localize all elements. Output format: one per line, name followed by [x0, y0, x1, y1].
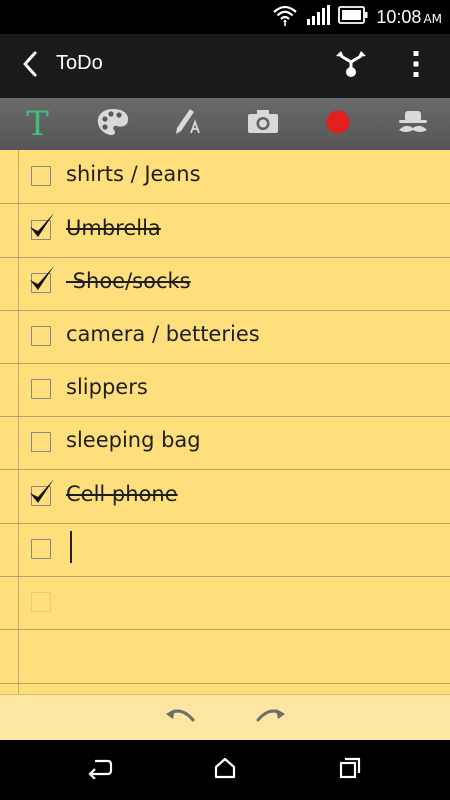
palette-icon	[96, 107, 130, 141]
nav-back-button[interactable]	[84, 754, 116, 786]
battery-icon	[338, 6, 368, 28]
checklist-item-text[interactable]: Umbrella	[66, 216, 161, 240]
undo-icon	[165, 706, 197, 730]
text-icon: T	[26, 104, 49, 144]
text-cursor	[70, 531, 72, 563]
checklist-row: slippers	[0, 363, 450, 417]
pen-tool-button[interactable]	[150, 98, 225, 150]
navigation-bar	[0, 740, 450, 800]
checkbox[interactable]	[31, 166, 51, 186]
checkbox[interactable]	[31, 432, 51, 452]
chevron-left-icon	[21, 51, 39, 81]
checkbox[interactable]	[31, 539, 51, 559]
checkmark-icon	[27, 264, 57, 294]
home-icon	[213, 756, 237, 784]
share-icon	[335, 50, 367, 82]
status-bar: 10:08 AM	[0, 0, 450, 34]
checkbox[interactable]	[31, 379, 51, 399]
color-tool-button[interactable]	[75, 98, 150, 150]
undo-button[interactable]	[163, 703, 199, 733]
empty-row[interactable]	[0, 576, 450, 630]
share-button[interactable]	[333, 48, 369, 84]
checklist-item-text[interactable]: slippers	[66, 375, 148, 399]
pen-icon	[171, 107, 205, 141]
page-title: ToDo	[56, 52, 103, 74]
record-tool-button[interactable]	[300, 98, 375, 150]
checklist-row: sleeping bag	[0, 416, 450, 470]
redo-icon	[254, 706, 286, 730]
incognito-icon	[395, 109, 431, 139]
undo-redo-bar	[0, 694, 450, 741]
checklist-item-text[interactable]: shirts / Jeans	[66, 162, 201, 186]
overflow-menu-button[interactable]	[402, 48, 430, 84]
checklist-row: Shoe/socks	[0, 257, 450, 311]
checkmark-icon	[27, 211, 57, 241]
checklist-item-text[interactable]: Cell phone	[66, 482, 178, 506]
status-icons: 10:08 AM	[272, 0, 442, 34]
status-ampm: AM	[423, 11, 442, 26]
empty-row[interactable]	[0, 630, 450, 684]
status-time: 10:08	[376, 6, 422, 27]
back-button[interactable]	[14, 48, 46, 84]
checklist-item-text[interactable]: camera / betteries	[66, 322, 260, 346]
checkbox[interactable]	[31, 326, 51, 346]
signal-icon	[306, 5, 331, 29]
nav-recents-button[interactable]	[334, 754, 366, 786]
note-paper[interactable]: shirts / Jeans Umbrella Shoe/socks camer…	[0, 150, 450, 694]
checkmark-icon	[27, 477, 57, 507]
back-arrow-icon	[87, 757, 113, 783]
checklist-row: shirts / Jeans	[0, 150, 450, 204]
nav-home-button[interactable]	[209, 754, 241, 786]
checklist-row: Umbrella	[0, 204, 450, 258]
wifi-icon	[272, 4, 298, 30]
incognito-tool-button[interactable]	[375, 98, 450, 150]
checklist-row	[0, 523, 450, 577]
redo-button[interactable]	[252, 703, 288, 733]
screen: 10:08 AM ToDo T shirts / Jeans Umbrella …	[0, 0, 450, 800]
checklist-item-text[interactable]: sleeping bag	[66, 428, 201, 452]
camera-icon	[246, 108, 280, 140]
clock: 10:08 AM	[376, 7, 442, 28]
record-icon	[325, 109, 351, 139]
app-bar: ToDo	[0, 34, 450, 98]
camera-tool-button[interactable]	[225, 98, 300, 150]
placeholder-checkbox	[31, 592, 51, 612]
checklist-row: Cell phone	[0, 470, 450, 524]
checklist-row: camera / betteries	[0, 310, 450, 364]
note-toolbar: T	[0, 98, 450, 150]
more-vertical-icon	[412, 50, 420, 82]
text-tool-button[interactable]: T	[0, 98, 75, 150]
recents-icon	[338, 756, 362, 784]
checklist-item-text[interactable]: Shoe/socks	[66, 269, 191, 293]
